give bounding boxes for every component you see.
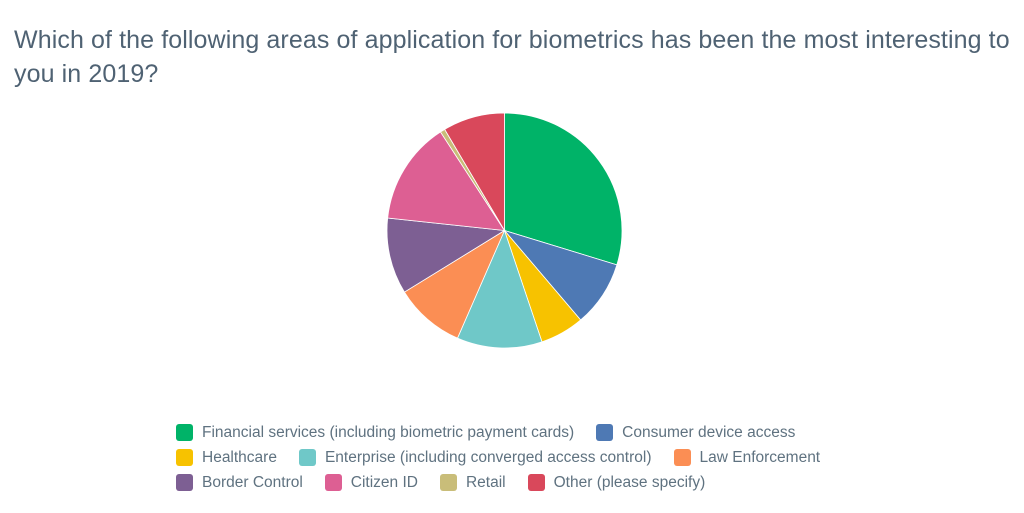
legend-swatch-icon <box>176 449 193 466</box>
legend-item-label: Citizen ID <box>350 474 418 491</box>
legend-item-border-control[interactable]: Border Control <box>176 470 303 495</box>
legend-swatch-icon <box>176 474 193 491</box>
chart-legend: Financial services (including biometric … <box>176 420 876 495</box>
legend-item-citizen-id[interactable]: Citizen ID <box>324 470 418 495</box>
legend-swatch-icon <box>439 474 457 491</box>
legend-swatch-icon <box>176 424 193 441</box>
legend-item-label: Law Enforcement <box>699 449 821 466</box>
legend-item-consumer-device-access[interactable]: Consumer device access <box>596 420 795 445</box>
legend-item-law-enforcement[interactable]: Law Enforcement <box>673 445 821 470</box>
legend-swatch-icon <box>673 449 691 466</box>
legend-item-label: Financial services (including biometric … <box>202 424 575 441</box>
legend-row: Border Control Citizen ID Retail Other (… <box>176 470 876 495</box>
legend-swatch-icon <box>298 449 316 466</box>
legend-item-other[interactable]: Other (please specify) <box>527 470 706 495</box>
page-title: Which of the following areas of applicat… <box>14 25 1010 88</box>
legend-item-label: Consumer device access <box>622 424 796 441</box>
legend-item-label: Healthcare <box>202 449 277 466</box>
legend-item-financial-services[interactable]: Financial services (including biometric … <box>176 420 574 445</box>
legend-item-enterprise[interactable]: Enterprise (including converged access c… <box>298 445 652 470</box>
legend-item-healthcare[interactable]: Healthcare <box>176 445 277 470</box>
legend-row: Healthcare Enterprise (including converg… <box>176 445 876 470</box>
legend-item-label: Retail <box>465 474 506 491</box>
legend-swatch-icon <box>324 474 342 491</box>
legend-item-retail[interactable]: Retail <box>439 470 506 495</box>
pie-chart-svg <box>386 112 623 349</box>
pie-slice-group <box>386 112 623 349</box>
legend-swatch-icon <box>596 424 614 441</box>
legend-item-label: Enterprise (including converged access c… <box>324 449 652 466</box>
legend-row: Financial services (including biometric … <box>176 420 876 445</box>
legend-item-label: Border Control <box>202 474 303 491</box>
legend-swatch-icon <box>527 474 545 491</box>
legend-item-label: Other (please specify) <box>553 474 706 491</box>
pie-chart <box>386 112 623 349</box>
